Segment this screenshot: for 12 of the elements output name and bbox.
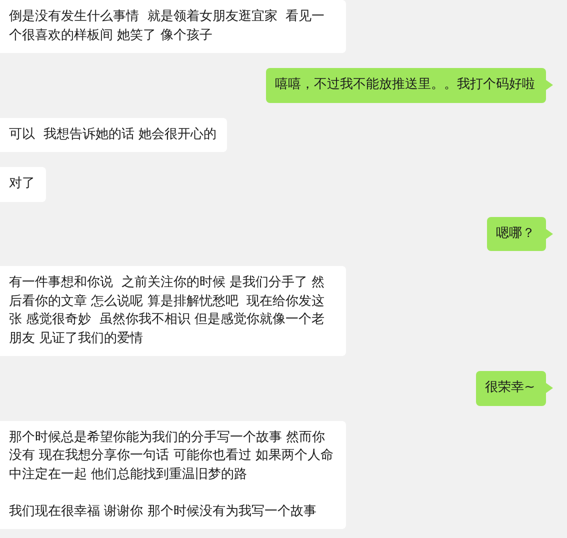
- received-message-bubble: 对了: [0, 167, 46, 202]
- received-message-bubble: 倒是没有发生什么事情 就是领着女朋友逛宜家 看见一个很喜欢的样板间 她笑了 像个孩子: [0, 0, 346, 53]
- message-paragraph: 我们现在很幸福 谢谢你 那个时候没有为我写一个故事: [9, 502, 318, 520]
- sent-message-bubble: 嘻嘻，不过我不能放推送里。。我打个码好啦: [266, 68, 546, 102]
- bubble-tail: [546, 228, 553, 238]
- bubble-tail: [546, 80, 553, 90]
- received-message-bubble: 可以 我想告诉她的话 她会很开心的: [0, 118, 228, 152]
- sent-message-bubble: 很荣幸~: [476, 371, 546, 406]
- message-paragraph: 那个时候总是希望你能为我们的分手写一个故事 然而你没有 现在我想分享你一句话 可能你也看过 如果两个人命中注定在一起 他们总能找到重温旧梦的路: [9, 428, 334, 484]
- received-message-bubble: 有一件事想和你说 之前关注你的时候 是我们分手了 然后看你的文章 怎么说呢 算是排解忧愁吧 现在给你发这张 感觉很奇妙 虽然你我不相识 但是感觉你就像一个老朋友 见证了我们的爱情: [0, 266, 346, 356]
- bubble-tail: [546, 383, 553, 393]
- sent-message-bubble: 嗯哪？: [487, 216, 546, 251]
